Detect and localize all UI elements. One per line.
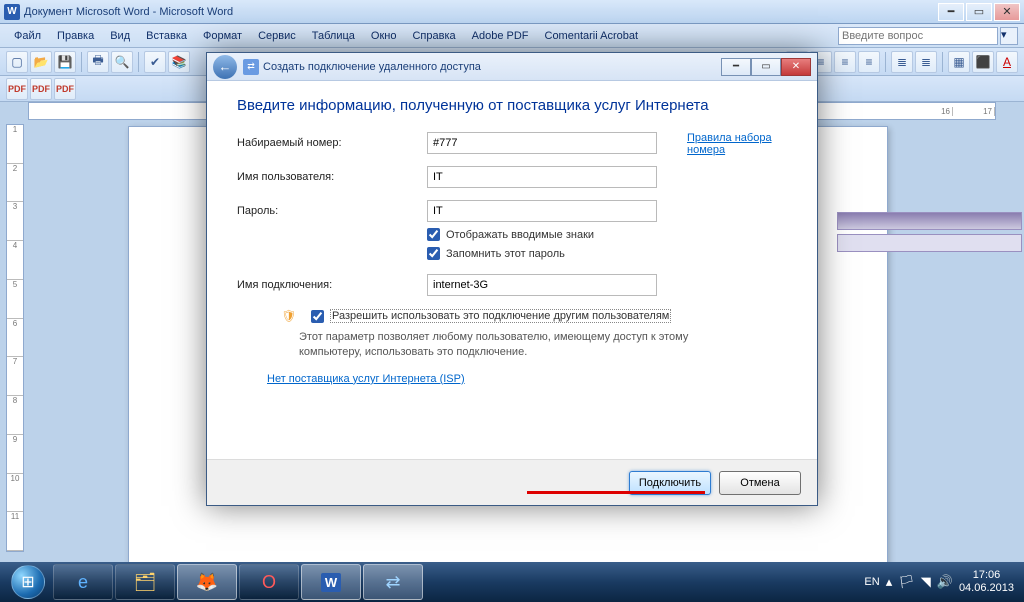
bullets-icon[interactable]: ≣ [891,51,913,73]
task-network[interactable]: ⇄ [363,564,423,600]
word-title-controls: ━ ▭ ✕ [938,3,1020,21]
research-icon[interactable]: 📚 [168,51,190,73]
panel-header[interactable] [837,212,1022,230]
taskbar: e 🗂 🦊 O W ⇄ EN ▴ 🏳 ◥ 🔊 17:06 04.06.2013 [0,562,1024,602]
flag-icon[interactable]: 🏳 [898,574,915,590]
menu-table[interactable]: Таблица [304,27,363,45]
spellcheck-icon[interactable]: ✔ [144,51,166,73]
dialog-footer: Подключить Отмена [207,459,817,505]
align-justify-icon[interactable]: ≡ [858,51,880,73]
help-search-input[interactable] [838,27,998,45]
task-explorer[interactable]: 🗂 [115,564,175,600]
tray-arrow-icon[interactable]: ▴ [886,574,893,590]
allow-others-checkbox[interactable] [311,310,324,323]
password-input[interactable] [427,200,657,222]
language-indicator[interactable]: EN [864,576,879,588]
connection-name-input[interactable] [427,274,657,296]
label-dial-number: Набираемый номер: [237,137,427,149]
side-panel [837,212,1022,256]
dialing-rules-link[interactable]: Правила набора номера [687,132,797,156]
dialog-close-button[interactable]: ✕ [781,58,811,76]
word-app-icon: W [4,4,20,20]
task-firefox[interactable]: 🦊 [177,564,237,600]
align-right-icon[interactable]: ≡ [834,51,856,73]
word-title-bar: W Документ Microsoft Word - Microsoft Wo… [0,0,1024,24]
menu-adobe-pdf[interactable]: Adobe PDF [464,27,537,45]
connection-wizard-dialog: ← ⇄ Создать подключение удаленного досту… [206,52,818,506]
new-doc-icon[interactable]: ▢ [6,51,28,73]
pdf-convert-icon[interactable]: PDF [6,78,28,100]
username-input[interactable] [427,166,657,188]
start-button[interactable] [4,562,52,602]
dialog-title-bar: ← ⇄ Создать подключение удаленного досту… [207,53,817,81]
no-isp-link[interactable]: Нет поставщика услуг Интернета (ISP) [267,373,465,385]
cancel-button[interactable]: Отмена [719,471,801,495]
open-icon[interactable]: 📂 [30,51,52,73]
pdf-mail-icon[interactable]: PDF [30,78,52,100]
volume-icon[interactable]: 🔊 [937,574,953,590]
show-chars-label: Отображать вводимые знаки [446,229,594,241]
word-title-text: Документ Microsoft Word - Microsoft Word [24,6,233,18]
remember-password-checkbox[interactable] [427,247,440,260]
uac-shield-icon: 🛡 [281,308,297,324]
font-color-icon[interactable]: A [996,51,1018,73]
minimize-button[interactable]: ━ [938,3,964,21]
annotation-underline [527,491,705,493]
clock[interactable]: 17:06 04.06.2013 [959,569,1014,595]
menu-format[interactable]: Формат [195,27,250,45]
system-tray: EN ▴ 🏳 ◥ 🔊 17:06 04.06.2013 [864,569,1020,595]
borders-icon[interactable]: ▦ [948,51,970,73]
network-tray-icon[interactable]: ◥ [921,574,931,590]
menu-file[interactable]: Файл [6,27,49,45]
ruler-mark: 17 [953,107,995,116]
task-ie[interactable]: e [53,564,113,600]
network-icon: ⇄ [243,59,259,75]
label-password: Пароль: [237,205,427,217]
label-username: Имя пользователя: [237,171,427,183]
dial-number-input[interactable] [427,132,657,154]
preview-icon[interactable]: 🔍 [111,51,133,73]
windows-orb-icon [11,565,45,599]
task-word[interactable]: W [301,564,361,600]
ruler-mark: 16 [911,107,953,116]
dialog-heading: Введите информацию, полученную от постав… [237,97,787,114]
menu-insert[interactable]: Вставка [138,27,195,45]
close-button[interactable]: ✕ [994,3,1020,21]
help-search [838,27,998,45]
allow-others-help: Этот параметр позволяет любому пользоват… [299,330,739,361]
dialog-title-text: Создать подключение удаленного доступа [263,61,481,73]
print-icon[interactable]: 🖶 [87,51,109,73]
menu-edit[interactable]: Правка [49,27,102,45]
dialog-maximize-button[interactable]: ▭ [751,58,781,76]
pdf-review-icon[interactable]: PDF [54,78,76,100]
show-chars-checkbox[interactable] [427,228,440,241]
menu-help[interactable]: Справка [404,27,463,45]
clock-time: 17:06 [959,569,1014,582]
menu-acrobat[interactable]: Comentarii Acrobat [537,27,647,45]
menu-bar: Файл Правка Вид Вставка Формат Сервис Та… [0,24,1024,48]
back-icon[interactable]: ← [213,55,237,79]
menu-window[interactable]: Окно [363,27,405,45]
label-connection-name: Имя подключения: [237,279,427,291]
clock-date: 04.06.2013 [959,582,1014,595]
maximize-button[interactable]: ▭ [966,3,992,21]
vertical-ruler[interactable]: 1234 5678 91011 [6,124,24,552]
menu-view[interactable]: Вид [102,27,138,45]
task-opera[interactable]: O [239,564,299,600]
dialog-minimize-button[interactable]: ━ [721,58,751,76]
numbering-icon[interactable]: ≣ [915,51,937,73]
dialog-body: Введите информацию, полученную от постав… [207,81,817,459]
remember-password-label: Запомнить этот пароль [446,248,565,260]
menu-service[interactable]: Сервис [250,27,304,45]
allow-others-label: Разрешить использовать это подключение д… [330,309,671,323]
save-icon[interactable]: 💾 [54,51,76,73]
highlight-icon[interactable]: ⬛ [972,51,994,73]
help-search-dropdown[interactable]: ▾ [1000,27,1018,45]
panel-row[interactable] [837,234,1022,252]
